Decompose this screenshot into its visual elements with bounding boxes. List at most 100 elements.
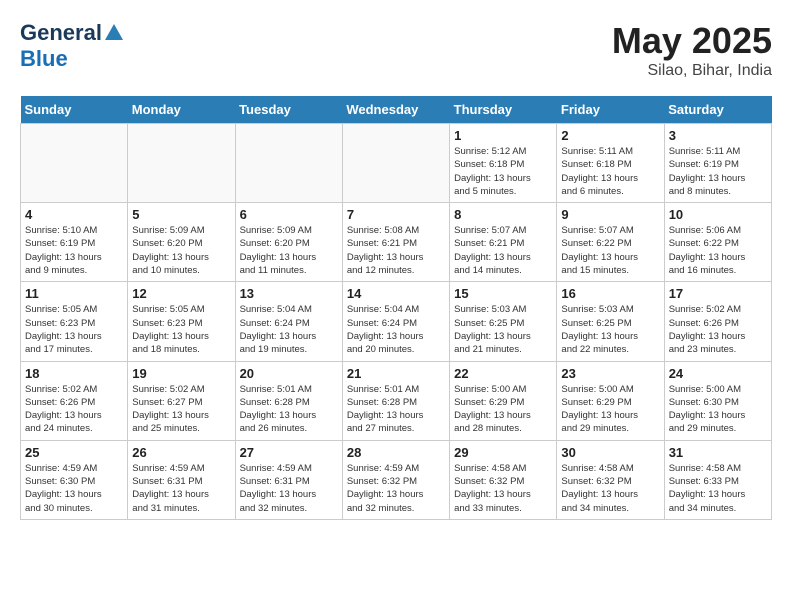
day-number: 28 <box>347 445 445 460</box>
day-cell: 21Sunrise: 5:01 AM Sunset: 6:28 PM Dayli… <box>342 361 449 440</box>
calendar-body: 1 Sunrise: 5:12 AM Sunset: 6:18 PM Daylig… <box>21 124 772 520</box>
day-cell <box>342 124 449 203</box>
calendar-header: SundayMondayTuesdayWednesdayThursdayFrid… <box>21 96 772 124</box>
day-info: Sunrise: 5:02 AM Sunset: 6:26 PM Dayligh… <box>25 383 123 436</box>
day-cell: 10 Sunrise: 5:06 AM Sunset: 6:22 PM Dayli… <box>664 203 771 282</box>
day-number: 29 <box>454 445 552 460</box>
day-cell: 25 Sunrise: 4:59 AM Sunset: 6:30 PM Dayli… <box>21 440 128 519</box>
day-number: 16 <box>561 286 659 301</box>
day-cell: 29 Sunrise: 4:58 AM Sunset: 6:32 PM Dayli… <box>450 440 557 519</box>
header-day-friday: Friday <box>557 96 664 124</box>
day-cell: 7 Sunrise: 5:08 AM Sunset: 6:21 PM Daylig… <box>342 203 449 282</box>
title-block: May 2025 Silao, Bihar, India <box>612 20 772 80</box>
day-info: Sunrise: 4:59 AM Sunset: 6:31 PM Dayligh… <box>240 462 338 515</box>
day-number: 14 <box>347 286 445 301</box>
day-info: Sunrise: 4:59 AM Sunset: 6:32 PM Dayligh… <box>347 462 445 515</box>
header-day-sunday: Sunday <box>21 96 128 124</box>
day-info: Sunrise: 5:02 AM Sunset: 6:27 PM Dayligh… <box>132 383 230 436</box>
day-number: 25 <box>25 445 123 460</box>
day-cell: 5 Sunrise: 5:09 AM Sunset: 6:20 PM Daylig… <box>128 203 235 282</box>
day-info: Sunrise: 5:00 AM Sunset: 6:29 PM Dayligh… <box>561 383 659 436</box>
day-cell: 1 Sunrise: 5:12 AM Sunset: 6:18 PM Daylig… <box>450 124 557 203</box>
day-info: Sunrise: 5:02 AM Sunset: 6:26 PM Dayligh… <box>669 303 767 356</box>
day-cell: 3 Sunrise: 5:11 AM Sunset: 6:19 PM Daylig… <box>664 124 771 203</box>
day-cell: 22 Sunrise: 5:00 AM Sunset: 6:29 PM Dayli… <box>450 361 557 440</box>
day-number: 3 <box>669 128 767 143</box>
day-number: 4 <box>25 207 123 222</box>
day-number: 17 <box>669 286 767 301</box>
calendar-title: May 2025 <box>612 20 772 62</box>
day-number: 8 <box>454 207 552 222</box>
day-cell: 20 Sunrise: 5:01 AM Sunset: 6:28 PM Dayli… <box>235 361 342 440</box>
day-info: Sunrise: 5:07 AM Sunset: 6:22 PM Dayligh… <box>561 224 659 277</box>
day-number: 26 <box>132 445 230 460</box>
header-day-thursday: Thursday <box>450 96 557 124</box>
calendar-subtitle: Silao, Bihar, India <box>612 62 772 80</box>
day-info: Sunrise: 5:12 AM Sunset: 6:18 PM Dayligh… <box>454 145 552 198</box>
day-cell: 12 Sunrise: 5:05 AM Sunset: 6:23 PM Dayli… <box>128 282 235 361</box>
day-number: 30 <box>561 445 659 460</box>
day-number: 11 <box>25 286 123 301</box>
day-cell: 30 Sunrise: 4:58 AM Sunset: 6:32 PM Dayli… <box>557 440 664 519</box>
day-number: 1 <box>454 128 552 143</box>
day-cell: 13 Sunrise: 5:04 AM Sunset: 6:24 PM Dayli… <box>235 282 342 361</box>
day-cell <box>21 124 128 203</box>
day-cell: 16 Sunrise: 5:03 AM Sunset: 6:25 PM Dayli… <box>557 282 664 361</box>
day-info: Sunrise: 4:59 AM Sunset: 6:30 PM Dayligh… <box>25 462 123 515</box>
day-info: Sunrise: 5:03 AM Sunset: 6:25 PM Dayligh… <box>561 303 659 356</box>
day-number: 18 <box>25 366 123 381</box>
day-number: 5 <box>132 207 230 222</box>
header-day-monday: Monday <box>128 96 235 124</box>
day-cell: 26 Sunrise: 4:59 AM Sunset: 6:31 PM Dayli… <box>128 440 235 519</box>
day-number: 15 <box>454 286 552 301</box>
day-info: Sunrise: 5:04 AM Sunset: 6:24 PM Dayligh… <box>240 303 338 356</box>
logo-blue-text: Blue <box>20 46 68 71</box>
day-cell <box>235 124 342 203</box>
day-info: Sunrise: 5:08 AM Sunset: 6:21 PM Dayligh… <box>347 224 445 277</box>
day-info: Sunrise: 5:01 AM Sunset: 6:28 PM Dayligh… <box>347 383 445 436</box>
day-info: Sunrise: 5:00 AM Sunset: 6:29 PM Dayligh… <box>454 383 552 436</box>
day-number: 13 <box>240 286 338 301</box>
day-number: 10 <box>669 207 767 222</box>
day-number: 24 <box>669 366 767 381</box>
logo-icon <box>103 22 125 44</box>
day-info: Sunrise: 4:58 AM Sunset: 6:32 PM Dayligh… <box>561 462 659 515</box>
day-info: Sunrise: 5:11 AM Sunset: 6:19 PM Dayligh… <box>669 145 767 198</box>
day-info: Sunrise: 4:58 AM Sunset: 6:32 PM Dayligh… <box>454 462 552 515</box>
day-number: 20 <box>240 366 338 381</box>
day-cell: 9 Sunrise: 5:07 AM Sunset: 6:22 PM Daylig… <box>557 203 664 282</box>
day-number: 12 <box>132 286 230 301</box>
day-number: 27 <box>240 445 338 460</box>
day-cell: 24 Sunrise: 5:00 AM Sunset: 6:30 PM Dayli… <box>664 361 771 440</box>
week-row-2: 11 Sunrise: 5:05 AM Sunset: 6:23 PM Dayli… <box>21 282 772 361</box>
header-day-wednesday: Wednesday <box>342 96 449 124</box>
day-cell: 31 Sunrise: 4:58 AM Sunset: 6:33 PM Dayli… <box>664 440 771 519</box>
day-number: 7 <box>347 207 445 222</box>
day-number: 22 <box>454 366 552 381</box>
day-number: 19 <box>132 366 230 381</box>
week-row-1: 4 Sunrise: 5:10 AM Sunset: 6:19 PM Daylig… <box>21 203 772 282</box>
day-info: Sunrise: 5:01 AM Sunset: 6:28 PM Dayligh… <box>240 383 338 436</box>
day-number: 23 <box>561 366 659 381</box>
day-cell: 18 Sunrise: 5:02 AM Sunset: 6:26 PM Dayli… <box>21 361 128 440</box>
day-number: 6 <box>240 207 338 222</box>
day-cell: 19 Sunrise: 5:02 AM Sunset: 6:27 PM Dayli… <box>128 361 235 440</box>
day-number: 9 <box>561 207 659 222</box>
day-info: Sunrise: 5:00 AM Sunset: 6:30 PM Dayligh… <box>669 383 767 436</box>
day-cell <box>128 124 235 203</box>
header-day-saturday: Saturday <box>664 96 771 124</box>
day-info: Sunrise: 4:58 AM Sunset: 6:33 PM Dayligh… <box>669 462 767 515</box>
day-cell: 14 Sunrise: 5:04 AM Sunset: 6:24 PM Dayli… <box>342 282 449 361</box>
page-header: General Blue May 2025 Silao, Bihar, Indi… <box>20 20 772 80</box>
day-cell: 11Sunrise: 5:05 AM Sunset: 6:23 PM Dayli… <box>21 282 128 361</box>
day-info: Sunrise: 5:09 AM Sunset: 6:20 PM Dayligh… <box>132 224 230 277</box>
day-info: Sunrise: 4:59 AM Sunset: 6:31 PM Dayligh… <box>132 462 230 515</box>
day-info: Sunrise: 5:04 AM Sunset: 6:24 PM Dayligh… <box>347 303 445 356</box>
logo-general-text: General <box>20 20 102 46</box>
day-info: Sunrise: 5:09 AM Sunset: 6:20 PM Dayligh… <box>240 224 338 277</box>
day-cell: 23 Sunrise: 5:00 AM Sunset: 6:29 PM Dayli… <box>557 361 664 440</box>
day-number: 31 <box>669 445 767 460</box>
day-info: Sunrise: 5:05 AM Sunset: 6:23 PM Dayligh… <box>132 303 230 356</box>
day-info: Sunrise: 5:06 AM Sunset: 6:22 PM Dayligh… <box>669 224 767 277</box>
day-info: Sunrise: 5:10 AM Sunset: 6:19 PM Dayligh… <box>25 224 123 277</box>
